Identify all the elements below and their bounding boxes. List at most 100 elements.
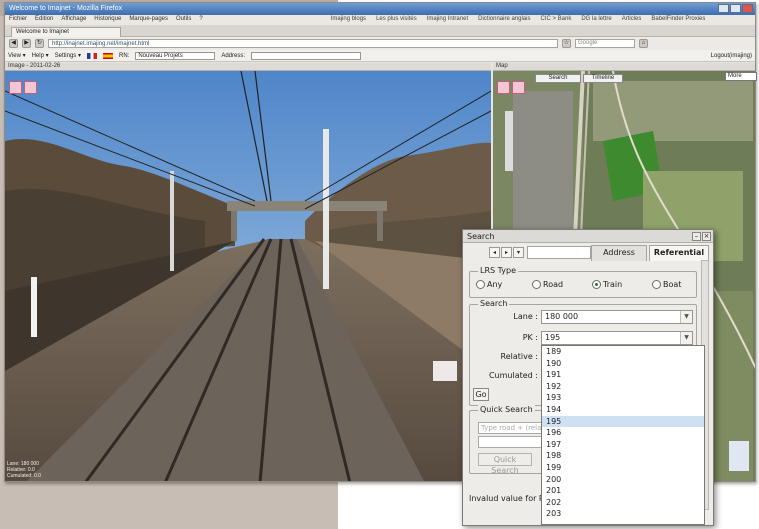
menu-bookmarks[interactable]: Marque-pages — [129, 16, 168, 24]
spanish-flag-icon[interactable] — [103, 52, 113, 59]
radio-checked-icon — [592, 280, 601, 289]
go-button[interactable]: Go — [473, 388, 489, 401]
close-icon[interactable]: × — [702, 232, 711, 241]
quick-search-button[interactable]: Quick Search — [478, 453, 532, 475]
radio-boat[interactable]: Boat — [652, 280, 681, 289]
menu-file[interactable]: Fichier — [9, 16, 27, 24]
window-titlebar: Welcome to Imajnet - Mozilla Firefox — [5, 3, 755, 15]
pk-option[interactable]: 198 — [542, 450, 704, 462]
pk-dropdown-list[interactable]: 189 190 191 192 193 194 195 196 197 198 … — [541, 345, 705, 525]
pk-option-selected[interactable]: 195 — [542, 415, 704, 428]
pk-option[interactable]: 200 — [542, 474, 704, 486]
back-icon[interactable]: ◀ — [9, 39, 18, 48]
arrow-down-icon[interactable]: ▾ — [513, 247, 524, 258]
minimize-icon[interactable]: – — [692, 232, 701, 241]
view-menu[interactable]: View ▾ — [8, 52, 26, 59]
pk-option[interactable]: 193 — [542, 392, 704, 404]
bookmark-item[interactable]: DG la lettre — [581, 16, 611, 24]
pk-option[interactable]: 197 — [542, 439, 704, 451]
app-toolbar: View ▾ Help ▾ Settings ▾ RN: Nouveau Pro… — [5, 50, 755, 62]
radio-train[interactable]: Train — [592, 280, 622, 289]
menu-help[interactable]: ? — [199, 16, 202, 24]
settings-menu-label: Settings — [54, 53, 77, 59]
menu-tools[interactable]: Outils — [176, 16, 191, 24]
pk-option[interactable]: 191 — [542, 369, 704, 381]
menu-history[interactable]: Historique — [94, 16, 121, 24]
bookmark-item[interactable]: Imajing blogs — [331, 16, 366, 24]
bookmark-item[interactable]: Articles — [622, 16, 642, 24]
radio-road[interactable]: Road — [532, 280, 563, 289]
menu-edit[interactable]: Édition — [35, 16, 53, 24]
home-icon[interactable]: ⌂ — [639, 39, 648, 48]
pk-option[interactable]: 192 — [542, 381, 704, 393]
street-image-panel[interactable]: Lane: 180 000 Relative: 0.0 Cumulated: 0… — [5, 71, 491, 481]
dialog-controls: – × — [692, 232, 711, 241]
radio-any[interactable]: Any — [476, 280, 502, 289]
pk-option[interactable]: 196 — [542, 427, 704, 439]
logout-link[interactable]: Logout(imajing) — [711, 53, 752, 59]
tab-bar: Welcome to Imajnet — [5, 25, 755, 37]
view-menu-label: View — [8, 53, 21, 59]
chevron-down-icon[interactable]: ▼ — [680, 311, 692, 323]
window-controls — [718, 4, 753, 13]
cumulated-label: Cumulated : — [488, 371, 538, 380]
chevron-down-icon[interactable]: ▼ — [680, 332, 692, 344]
lrs-type-group: LRS Type Any Road Train Boat — [469, 266, 697, 298]
minimize-icon[interactable] — [718, 4, 729, 13]
bookmark-item[interactable]: Les plus visités — [376, 16, 417, 24]
pk-option[interactable]: 203 — [542, 508, 704, 520]
search-dialog-title: Search – × — [463, 230, 713, 243]
radio-label: Road — [543, 280, 564, 289]
pk-label: PK : — [522, 333, 538, 342]
map-tool-icon[interactable] — [497, 81, 510, 94]
project-select[interactable]: Nouveau Projets — [135, 51, 216, 60]
map-timeline-button[interactable]: Timeline — [583, 74, 623, 83]
help-menu[interactable]: Help ▾ — [32, 52, 49, 59]
image-panel-header: Image - 2011-02-26 — [5, 63, 491, 71]
window-title: Welcome to Imajnet - Mozilla Firefox — [9, 5, 123, 12]
close-icon[interactable] — [742, 4, 753, 13]
pk-combo[interactable]: 195 ▼ — [541, 331, 693, 345]
pk-option[interactable]: 194 — [542, 404, 704, 416]
pk-option[interactable]: 202 — [542, 497, 704, 509]
map-search-button[interactable]: Search — [535, 74, 581, 83]
address-input[interactable] — [251, 51, 362, 60]
address-label: Address: — [221, 52, 246, 59]
image-controls — [9, 81, 37, 94]
bookmarks-bar: Imajing blogs Les plus visités Imajing I… — [331, 16, 706, 24]
pk-option[interactable]: 201 — [542, 485, 704, 497]
lane-combo[interactable]: 180 000 ▼ — [541, 310, 693, 324]
bookmark-item[interactable]: CIC > Bank — [540, 16, 571, 24]
image-tool-icon[interactable] — [9, 81, 22, 94]
map-tool-icon[interactable] — [512, 81, 525, 94]
bookmark-item[interactable]: Imajing Intranet — [427, 16, 468, 24]
tab-referential[interactable]: Referential — [649, 245, 709, 261]
url-field[interactable]: http://inajnet.imajing.net/imajnet.html — [48, 39, 558, 48]
bookmark-item[interactable]: Dictionnaire anglais — [478, 16, 530, 24]
forward-icon[interactable]: ▶ — [22, 39, 31, 48]
arrow-right-icon[interactable]: ▸ — [501, 247, 512, 258]
arrow-left-icon[interactable]: ◂ — [489, 247, 500, 258]
bookmark-item[interactable]: BabelFinder Proxies — [651, 16, 705, 24]
french-flag-icon[interactable] — [87, 52, 97, 59]
browser-tab[interactable]: Welcome to Imajnet — [11, 27, 121, 37]
maximize-icon[interactable] — [730, 4, 741, 13]
pk-option[interactable]: 199 — [542, 462, 704, 474]
image-tool-icon[interactable] — [24, 81, 37, 94]
tab-blank[interactable] — [527, 246, 591, 259]
settings-menu[interactable]: Settings ▾ — [55, 52, 81, 59]
tab-address[interactable]: Address — [591, 245, 647, 261]
pk-option[interactable]: 189 — [542, 346, 704, 358]
lrs-type-legend: LRS Type — [478, 266, 519, 275]
map-type-select[interactable]: More — [725, 72, 757, 81]
menu-bar: Fichier Édition Affichage Historique Mar… — [5, 15, 755, 25]
star-icon[interactable]: ☆ — [562, 39, 571, 48]
dialog-tab-row: ◂ ▸ ▾ Address Referential — [463, 243, 713, 261]
reload-icon[interactable]: ↻ — [35, 39, 44, 48]
menu-view[interactable]: Affichage — [61, 16, 86, 24]
navigation-bar: ◀ ▶ ↻ http://inajnet.imajing.net/imajnet… — [5, 37, 755, 50]
search-legend: Search — [478, 299, 510, 308]
pk-option[interactable]: 190 — [542, 358, 704, 370]
search-field[interactable]: Google — [575, 39, 635, 48]
project-label: RN: — [119, 52, 130, 59]
